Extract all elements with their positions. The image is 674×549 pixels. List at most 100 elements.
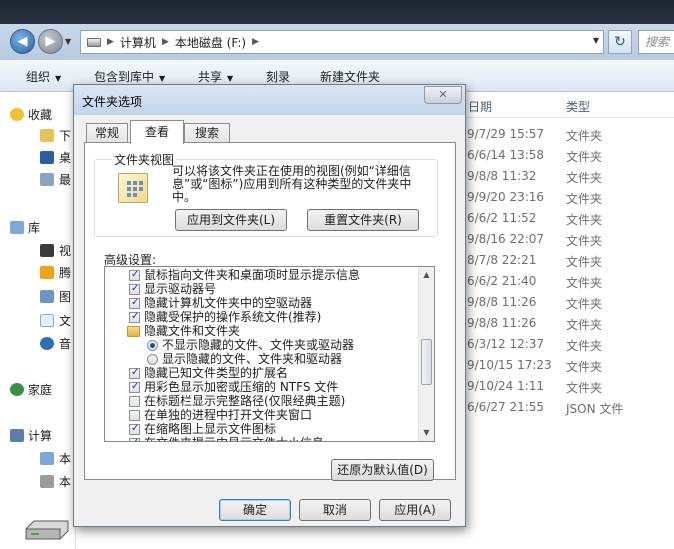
row-type: JSON 文件 (566, 402, 624, 416)
nav-fav-recent[interactable]: 最 (40, 169, 71, 189)
radio-selected-icon[interactable] (147, 339, 158, 351)
tab-search[interactable]: 搜索 (184, 123, 230, 143)
breadcrumb-computer[interactable]: 计算机 (120, 34, 156, 51)
column-date-modified[interactable]: 日期 (468, 98, 492, 115)
tab-general[interactable]: 常规 (86, 123, 128, 143)
tab-view[interactable]: 查看 (130, 120, 184, 144)
setting-checkbox[interactable]: 在单独的进程中打开文件夹窗口 (129, 408, 312, 422)
setting-label: 隐藏已知文件类型的扩展名 (144, 366, 289, 380)
scrollbar-thumb[interactable] (421, 339, 432, 385)
row-type: 文件夹 (566, 297, 603, 311)
nav-fav-desktop[interactable]: 桌 (40, 147, 71, 167)
setting-radio-option[interactable]: 显示隐藏的文件、文件夹和驱动器 (147, 352, 342, 366)
column-type[interactable]: 类型 (566, 98, 590, 115)
burn-button[interactable]: 刻录 (266, 68, 290, 85)
nav-lib-pictures[interactable]: 图 (40, 286, 71, 306)
setting-checkbox[interactable]: 在缩略图上显示文件图标 (129, 422, 276, 436)
documents-library-icon (40, 313, 54, 327)
back-button[interactable]: ◀ (10, 29, 35, 54)
folder-options-dialog: 文件夹选项 ✕ 常规 查看 搜索 文件夹视图 可以将该文件夹正在使用的视图(例如… (73, 84, 466, 527)
setting-label: 显示隐藏的文件、文件夹和驱动器 (162, 352, 343, 366)
setting-checkbox[interactable]: 隐藏已知文件类型的扩展名 (129, 366, 288, 380)
checkbox-checked-icon[interactable] (129, 268, 140, 282)
checkbox-checked-icon[interactable] (129, 366, 140, 380)
nav-drive-d[interactable]: 本 (40, 471, 71, 491)
checkbox-checked-icon[interactable] (129, 422, 140, 436)
chevron-right-icon[interactable]: ▶ (107, 37, 114, 47)
setting-label: 隐藏计算机文件夹中的空驱动器 (144, 296, 313, 310)
chevron-right-icon[interactable]: ▶ (252, 37, 259, 47)
nav-fav-downloads[interactable]: 下 (40, 125, 71, 145)
checkbox-unchecked-icon[interactable] (129, 409, 140, 421)
nav-favorites[interactable]: 收藏 (10, 104, 52, 124)
share-menu[interactable]: 共享 ▼ (198, 68, 233, 85)
homegroup-icon (10, 382, 24, 396)
setting-label: 在文件夹提示中显示文件大小信息 (144, 436, 324, 441)
checkbox-checked-icon[interactable] (129, 310, 140, 324)
setting-checkbox[interactable]: 用彩色显示加密或压缩的 NTFS 文件 (129, 380, 338, 394)
back-arrow-icon: ◀ (17, 34, 28, 49)
nav-libraries[interactable]: 库 (10, 217, 40, 237)
apply-button[interactable]: 应用(A) (379, 499, 451, 521)
nav-lib-documents[interactable]: 文 (40, 310, 71, 330)
dialog-titlebar: 文件夹选项 ✕ (74, 85, 465, 115)
nav-lib-music[interactable]: 音 (40, 333, 71, 353)
row-date-modified: 8/7/8 22:21 (467, 253, 537, 267)
advanced-settings-scrollbar[interactable]: ▲ ▼ (418, 267, 434, 441)
row-date-modified: 9/7/29 15:57 (467, 127, 545, 141)
setting-checkbox[interactable]: 隐藏受保护的操作系统文件(推荐) (129, 310, 321, 324)
setting-checkbox[interactable]: 鼠标指向文件夹和桌面项时显示提示信息 (129, 268, 360, 282)
nav-homegroup[interactable]: 家庭 (10, 379, 52, 399)
organize-menu[interactable]: 组织 ▼ (26, 68, 61, 85)
row-date-modified: 6/3/12 12:37 (467, 337, 545, 351)
new-folder-button[interactable]: 新建文件夹 (320, 68, 380, 85)
setting-radio-option[interactable]: 不显示隐藏的文件、文件夹或驱动器 (147, 338, 354, 352)
checkbox-checked-icon[interactable] (129, 380, 140, 394)
checkbox-checked-icon[interactable] (129, 436, 140, 441)
ok-button[interactable]: 确定 (219, 499, 291, 521)
cancel-button[interactable]: 取消 (299, 499, 371, 521)
setting-label: 在缩略图上显示文件图标 (144, 422, 277, 436)
row-type: 文件夹 (566, 192, 603, 206)
search-input[interactable]: 搜索 (638, 30, 674, 54)
row-date-modified: 6/6/2 11:52 (467, 211, 537, 225)
checkbox-unchecked-icon[interactable] (129, 395, 140, 407)
address-dropdown-icon[interactable]: ▼ (593, 36, 599, 45)
nav-drive-c[interactable]: 本 (40, 448, 71, 468)
row-type: 文件夹 (566, 234, 603, 248)
address-bar[interactable]: ▶ 计算机 ▶ 本地磁盘 (F:) ▶ ▼ (80, 30, 604, 54)
nav-lib-videos[interactable]: 视 (40, 240, 71, 260)
star-icon (10, 107, 24, 121)
folder-views-description: 可以将该文件夹正在使用的视图(例如“详细信 息”或“图标”)应用到所有这种类型的… (172, 164, 412, 204)
checkbox-checked-icon[interactable] (129, 296, 140, 310)
checkbox-checked-icon[interactable] (129, 282, 140, 296)
advanced-settings-list[interactable]: 鼠标指向文件夹和桌面项时显示提示信息显示驱动器号隐藏计算机文件夹中的空驱动器隐藏… (104, 266, 435, 442)
setting-checkbox[interactable]: 显示驱动器号 (129, 282, 216, 296)
setting-label: 隐藏文件和文件夹 (144, 324, 241, 338)
scroll-up-icon[interactable]: ▲ (419, 267, 434, 283)
folder-icon (40, 128, 54, 142)
close-button[interactable]: ✕ (424, 86, 462, 104)
radio-unselected-icon[interactable] (147, 353, 158, 365)
include-in-library-menu[interactable]: 包含到库中 ▼ (94, 68, 165, 85)
forward-button[interactable]: ▶ (38, 29, 63, 54)
apply-to-folders-button[interactable]: 应用到文件夹(L) (175, 209, 287, 231)
history-dropdown-icon[interactable]: ▼ (65, 37, 75, 47)
setting-checkbox[interactable]: 在文件夹提示中显示文件大小信息 (129, 436, 324, 441)
refresh-button[interactable]: ↻ (608, 30, 632, 54)
restore-defaults-button[interactable]: 还原为默认值(D) (331, 459, 434, 481)
row-type: 文件夹 (566, 318, 603, 332)
reset-folders-button[interactable]: 重置文件夹(R) (307, 209, 419, 231)
computer-icon (10, 428, 24, 442)
nav-lib-tencent[interactable]: 腾 (40, 262, 71, 282)
nav-computer[interactable]: 计算 (10, 425, 52, 445)
setting-checkbox[interactable]: 在标题栏显示完整路径(仅限经典主题) (129, 394, 345, 408)
chevron-down-icon: ▼ (227, 74, 234, 83)
setting-group[interactable]: 隐藏文件和文件夹 (127, 324, 240, 338)
breadcrumb-drive[interactable]: 本地磁盘 (F:) (175, 34, 246, 51)
scroll-down-icon[interactable]: ▼ (419, 425, 434, 441)
chevron-right-icon[interactable]: ▶ (162, 37, 169, 47)
setting-checkbox[interactable]: 隐藏计算机文件夹中的空驱动器 (129, 296, 312, 310)
drive-large-icon (22, 519, 72, 543)
setting-label: 用彩色显示加密或压缩的 NTFS 文件 (144, 380, 339, 394)
